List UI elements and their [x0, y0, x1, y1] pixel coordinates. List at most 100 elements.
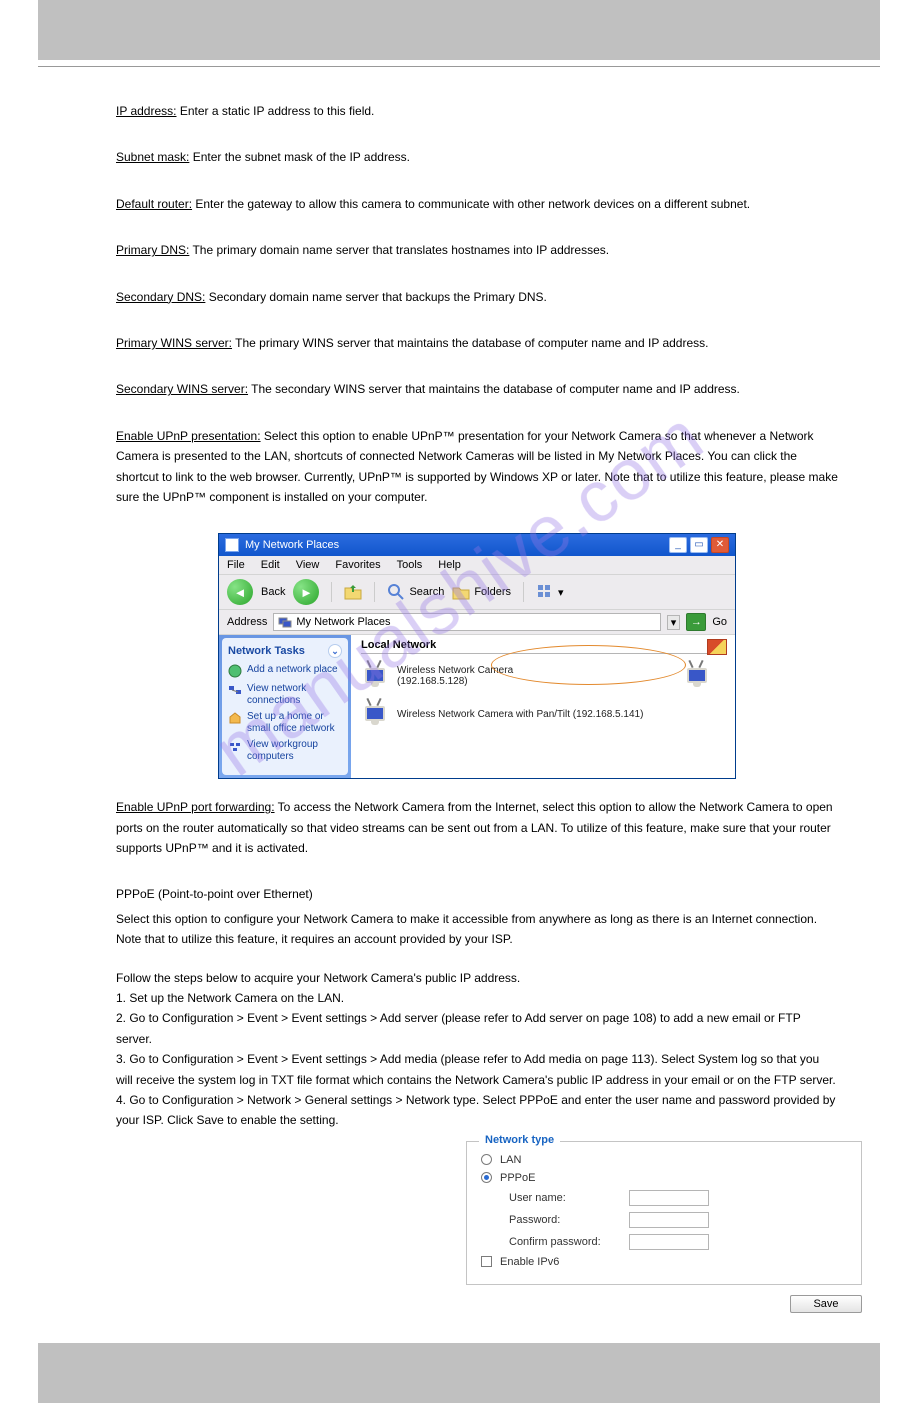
field-ip-address: IP address: Enter a static IP address to…: [116, 101, 838, 121]
item-addr: (192.168.5.128): [397, 676, 513, 687]
menubar: File Edit View Favorites Tools Help: [219, 556, 735, 575]
pppoe-intro: Select this option to configure your Net…: [116, 909, 838, 950]
titlebar[interactable]: My Network Places _ ▭ ✕: [219, 534, 735, 556]
search-label: Search: [409, 586, 444, 598]
windows-flag-icon: [707, 639, 727, 655]
page-footer-band: [38, 1343, 880, 1403]
menu-help[interactable]: Help: [438, 559, 461, 571]
confirm-password-label: Confirm password:: [509, 1236, 629, 1248]
pppoe-step-4: 4. Go to Configuration > Network > Gener…: [116, 1090, 838, 1131]
row-confirm-password: Confirm password:: [481, 1234, 847, 1250]
checkbox-label: Enable IPv6: [500, 1256, 559, 1268]
chevron-down-icon: ▾: [558, 586, 564, 599]
close-button[interactable]: ✕: [711, 537, 729, 553]
network-type-panel: Network type LAN PPPoE User name: Passwo…: [466, 1141, 862, 1313]
window-title: My Network Places: [245, 539, 339, 551]
radio-icon: [481, 1172, 492, 1183]
confirm-password-input[interactable]: [629, 1234, 709, 1250]
pppoe-heading: PPPoE (Point-to-point over Ethernet): [116, 884, 838, 904]
item-name: Wireless Network Camera with Pan/Tilt: [397, 709, 570, 720]
field-secondary-wins: Secondary WINS server: The secondary WIN…: [116, 379, 838, 399]
row-username: User name:: [481, 1190, 847, 1206]
field-secondary-dns: Secondary DNS: Secondary domain name ser…: [116, 287, 838, 307]
label: Subnet mask:: [116, 150, 189, 164]
up-button[interactable]: [344, 583, 362, 601]
pppoe-steps-intro: Follow the steps below to acquire your N…: [116, 968, 838, 988]
menu-file[interactable]: File: [227, 559, 245, 571]
field-default-router: Default router: Enter the gateway to all…: [116, 194, 838, 214]
local-network-header: Local Network: [361, 639, 725, 654]
menu-tools[interactable]: Tools: [397, 559, 423, 571]
folders-label: Folders: [474, 586, 511, 598]
page-header-band: [38, 0, 880, 60]
my-network-places-window: My Network Places _ ▭ ✕ File Edit View F…: [218, 533, 736, 779]
desc: Enter a static IP address to this field.: [176, 104, 374, 118]
label: Primary DNS:: [116, 243, 189, 257]
address-input[interactable]: My Network Places: [273, 613, 660, 631]
item-addr: (192.168.5.141): [573, 709, 644, 720]
pppoe-step-1: 1. Set up the Network Camera on the LAN.: [116, 988, 838, 1008]
network-camera-highlighted[interactable]: [683, 662, 711, 690]
address-label: Address: [227, 616, 267, 628]
label: IP address:: [116, 104, 176, 118]
radio-label: LAN: [500, 1154, 521, 1166]
task-label: View network connections: [247, 683, 342, 706]
row-password: Password:: [481, 1212, 847, 1228]
menu-favorites[interactable]: Favorites: [335, 559, 380, 571]
menu-edit[interactable]: Edit: [261, 559, 280, 571]
minimize-button[interactable]: _: [669, 537, 687, 553]
home-network-icon: [228, 711, 242, 725]
label: Primary WINS server:: [116, 336, 232, 350]
collapse-icon[interactable]: ⌄: [328, 644, 342, 658]
workgroup-icon: [228, 739, 242, 753]
task-label: Add a network place: [247, 664, 338, 676]
camera-icon: [361, 662, 389, 690]
checkbox-icon: [481, 1256, 492, 1267]
field-primary-wins: Primary WINS server: The primary WINS se…: [116, 333, 838, 353]
address-value: My Network Places: [296, 616, 390, 628]
task-view-workgroup[interactable]: View workgroup computers: [228, 739, 342, 762]
desc: Enter the gateway to allow this camera t…: [192, 197, 750, 211]
header-rule: [38, 66, 880, 67]
address-bar: Address My Network Places ▾ → Go: [219, 610, 735, 635]
radio-lan[interactable]: LAN: [481, 1154, 847, 1166]
label: Default router:: [116, 197, 192, 211]
maximize-button[interactable]: ▭: [690, 537, 708, 553]
enable-ipv6-checkbox[interactable]: Enable IPv6: [481, 1256, 847, 1268]
menu-view[interactable]: View: [296, 559, 320, 571]
label: Secondary WINS server:: [116, 382, 248, 396]
item-name: Wireless Network Camera: [397, 665, 513, 676]
save-button[interactable]: Save: [790, 1295, 862, 1313]
password-input[interactable]: [629, 1212, 709, 1228]
desc: The primary domain name server that tran…: [189, 243, 609, 257]
radio-pppoe[interactable]: PPPoE: [481, 1172, 847, 1184]
username-input[interactable]: [629, 1190, 709, 1206]
views-button[interactable]: ▾: [536, 583, 564, 601]
label: Enable UPnP presentation:: [116, 429, 261, 443]
network-tasks-header: Network Tasks: [228, 645, 305, 657]
desc: The primary WINS server that maintains t…: [232, 336, 708, 350]
username-label: User name:: [509, 1192, 629, 1204]
task-view-connections[interactable]: View network connections: [228, 683, 342, 706]
field-subnet-mask: Subnet mask: Enter the subnet mask of th…: [116, 147, 838, 167]
folder-up-icon: [344, 583, 362, 601]
task-add-network-place[interactable]: Add a network place: [228, 664, 342, 678]
go-button[interactable]: →: [686, 613, 706, 631]
field-upnp-presentation: Enable UPnP presentation: Select this op…: [116, 426, 838, 508]
forward-button[interactable]: ►: [293, 579, 319, 605]
folders-icon: [452, 583, 470, 601]
toolbar: ◄ Back ► Search Folders: [219, 575, 735, 610]
password-label: Password:: [509, 1214, 629, 1226]
network-tasks-card: Network Tasks ⌄ Add a network place View…: [222, 638, 348, 775]
folders-button[interactable]: Folders: [452, 583, 511, 601]
back-button[interactable]: ◄: [227, 579, 253, 605]
search-button[interactable]: Search: [387, 583, 444, 601]
address-dropdown-icon[interactable]: ▾: [667, 615, 681, 630]
network-camera-1[interactable]: Wireless Network Camera (192.168.5.128): [361, 662, 643, 690]
pppoe-step-3: 3. Go to Configuration > Event > Event s…: [116, 1049, 838, 1090]
window-icon: [225, 538, 239, 552]
radio-label: PPPoE: [500, 1172, 535, 1184]
desc: Secondary domain name server that backup…: [205, 290, 546, 304]
network-camera-2[interactable]: Wireless Network Camera with Pan/Tilt (1…: [361, 700, 643, 728]
task-setup-network[interactable]: Set up a home or small office network: [228, 711, 342, 734]
